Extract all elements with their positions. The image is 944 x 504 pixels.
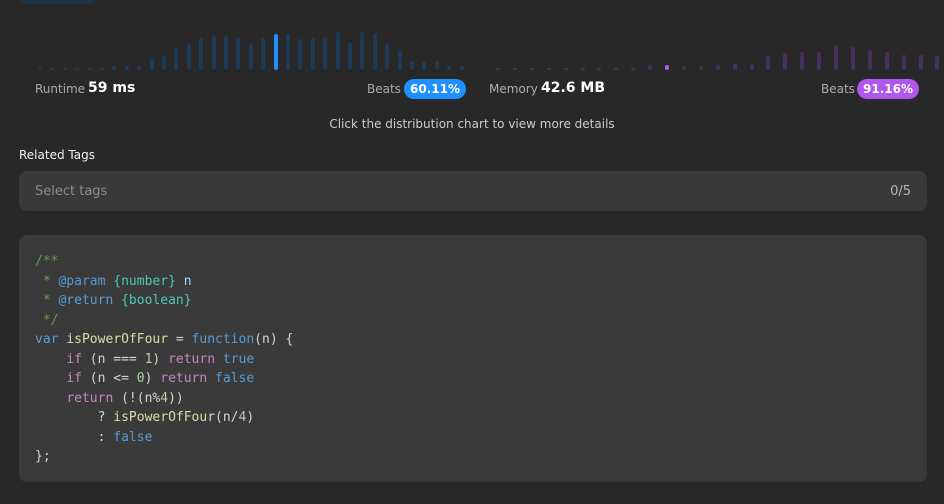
memory-distribution-bar[interactable] (665, 65, 669, 70)
runtime-beats-badge: 60.11% (404, 79, 466, 99)
runtime-distribution-bar[interactable] (186, 44, 191, 70)
tag-count: 0/5 (890, 184, 911, 199)
memory-label: Memory (489, 82, 538, 96)
runtime-distribution-bar[interactable] (162, 56, 166, 70)
memory-distribution-bar[interactable] (496, 68, 500, 70)
runtime-distribution-bar[interactable] (360, 32, 365, 70)
runtime-distribution-bar[interactable] (434, 61, 439, 70)
memory-distribution-bar[interactable] (867, 50, 872, 70)
runtime-distribution-bar[interactable] (447, 66, 452, 70)
memory-value: 42.6 MB (541, 80, 606, 96)
runtime-distribution-bar[interactable] (137, 66, 142, 70)
tag-selector[interactable]: Select tags 0/5 (19, 171, 927, 211)
memory-distribution-bar[interactable] (546, 68, 551, 70)
memory-distribution-bar[interactable] (512, 68, 517, 70)
memory-distribution-bar[interactable] (901, 55, 906, 70)
runtime-distribution-bar[interactable] (211, 36, 216, 70)
runtime-distribution-bar[interactable] (174, 48, 179, 70)
runtime-beats-label: Beats (367, 82, 401, 96)
memory-distribution-bar[interactable] (918, 55, 923, 70)
memory-distribution-bar[interactable] (935, 56, 940, 70)
runtime-value: 59 ms (88, 80, 136, 96)
memory-distribution-bar[interactable] (698, 66, 703, 70)
runtime-distribution-bar[interactable] (149, 59, 154, 70)
memory-distribution-bar[interactable] (529, 68, 534, 70)
memory-distribution-bar[interactable] (817, 52, 822, 70)
runtime-distribution-bar[interactable] (100, 68, 104, 70)
memory-distribution-bar[interactable] (681, 66, 686, 70)
runtime-distribution-bar[interactable] (248, 44, 253, 70)
runtime-distribution-bar[interactable] (385, 44, 390, 70)
memory-beats-badge: 91.16% (857, 79, 919, 99)
memory-distribution-bar[interactable] (850, 47, 855, 70)
runtime-distribution-bar[interactable] (50, 68, 55, 70)
code-content: /** * @param {number} n * @return {boole… (35, 254, 294, 464)
memory-distribution-bar[interactable] (614, 68, 619, 70)
runtime-distribution-bar[interactable] (112, 66, 117, 70)
submission-details: Runtime 59 ms Beats 60.11% Memory 42.6 M… (0, 0, 944, 504)
runtime-distribution-bar[interactable] (348, 42, 352, 70)
distribution-hint: Click the distribution chart to view mor… (329, 117, 615, 131)
runtime-distribution-bar[interactable] (410, 61, 414, 70)
runtime-distribution-bar[interactable] (372, 33, 377, 70)
runtime-distribution-bar[interactable] (422, 62, 427, 70)
runtime-distribution-bar[interactable] (87, 68, 92, 70)
runtime-distribution-bar[interactable] (224, 36, 228, 70)
runtime-distribution-bar[interactable] (323, 38, 328, 70)
memory-beats-label: Beats (821, 82, 855, 96)
memory-distribution-bar[interactable] (597, 68, 602, 70)
memory-distribution-bar[interactable] (631, 68, 636, 70)
runtime-distribution-bar[interactable] (298, 39, 303, 70)
memory-distribution-bar[interactable] (884, 52, 889, 70)
runtime-distribution-bar[interactable] (261, 38, 266, 70)
memory-distribution-bar[interactable] (648, 65, 653, 70)
code-block[interactable]: /** * @param {number} n * @return {boole… (19, 235, 927, 482)
memory-distribution-bar[interactable] (580, 68, 585, 70)
memory-distribution-bar[interactable] (715, 65, 720, 70)
memory-distribution-bar[interactable] (749, 64, 754, 70)
memory-distribution-bar[interactable] (563, 68, 568, 70)
runtime-distribution-bar[interactable] (335, 32, 340, 70)
runtime-label: Runtime (35, 82, 86, 96)
runtime-distribution-bar[interactable] (199, 38, 204, 70)
tag-selector-placeholder: Select tags (35, 184, 108, 199)
runtime-distribution-bar[interactable] (286, 34, 290, 70)
runtime-distribution-bar[interactable] (75, 68, 80, 70)
runtime-distribution-chart[interactable] (0, 0, 470, 72)
runtime-distribution-bar[interactable] (236, 38, 241, 70)
memory-distribution-bar[interactable] (800, 52, 805, 70)
runtime-distribution-bar[interactable] (124, 66, 129, 70)
memory-distribution-bar[interactable] (783, 53, 788, 70)
memory-distribution-chart[interactable] (470, 0, 944, 72)
runtime-distribution-bar[interactable] (38, 68, 42, 70)
runtime-distribution-bar[interactable] (310, 38, 315, 70)
memory-distribution-bar[interactable] (732, 64, 737, 70)
memory-distribution-bar[interactable] (766, 56, 771, 70)
runtime-distribution-bar[interactable] (459, 66, 464, 70)
runtime-distribution-bar[interactable] (397, 51, 402, 70)
memory-distribution-bar[interactable] (834, 45, 838, 70)
runtime-distribution-bar[interactable] (273, 34, 278, 70)
runtime-distribution-bar[interactable] (62, 68, 67, 70)
related-tags-title: Related Tags (19, 148, 95, 162)
